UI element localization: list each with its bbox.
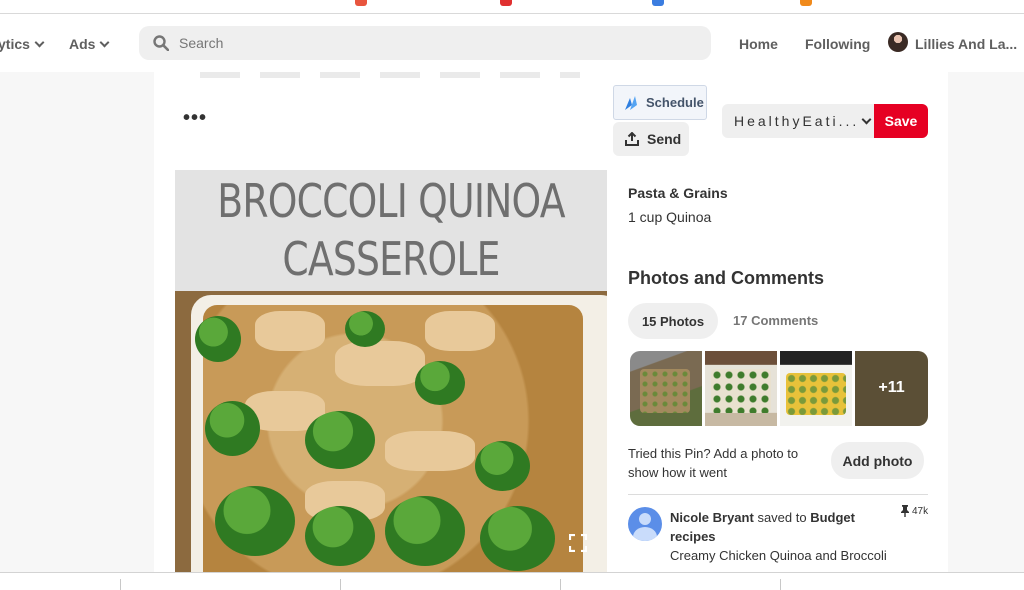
chicken-piece <box>425 311 495 351</box>
separator <box>340 579 341 590</box>
schedule-app-icon <box>625 95 637 110</box>
tried-pin-prompt: Tried this Pin? Add a photo to show how … <box>628 446 799 480</box>
divider <box>628 494 928 495</box>
broccoli-floret <box>215 486 295 556</box>
save-count-value: 47k <box>912 505 929 517</box>
broccoli-floret <box>305 411 375 469</box>
broccoli-floret <box>480 506 555 571</box>
avatar-head <box>639 513 651 525</box>
search-input[interactable] <box>179 26 679 60</box>
chicken-piece <box>255 311 325 351</box>
nav-home-link[interactable]: Home <box>739 36 778 52</box>
image-title-line2: CASSEROLE <box>282 232 500 286</box>
schedule-label: Schedule <box>646 95 704 110</box>
save-button[interactable]: Save <box>874 104 928 138</box>
share-upload-icon <box>625 132 639 146</box>
tab-comments[interactable]: 17 Comments <box>733 313 818 328</box>
send-button[interactable]: Send <box>613 122 689 156</box>
broccoli-floret <box>305 506 375 566</box>
send-label: Send <box>647 131 682 147</box>
more-photos-thumbnail[interactable]: +11 <box>855 351 928 426</box>
broccoli-floret <box>195 316 241 362</box>
page-background-right <box>948 72 1024 572</box>
scrolled-content-remnant <box>200 72 580 78</box>
broccoli-floret <box>475 441 530 491</box>
chevron-down-icon <box>100 37 110 48</box>
pin-icon <box>901 505 909 517</box>
bottom-taskbar-strip <box>0 572 1024 590</box>
ingredient-item: 1 cup Quinoa <box>628 209 712 225</box>
chevron-down-icon <box>34 37 45 48</box>
schedule-button[interactable]: Schedule <box>613 85 707 120</box>
chicken-piece <box>335 341 425 386</box>
tab-photos[interactable]: 15 Photos <box>628 303 718 339</box>
nav-following-link[interactable]: Following <box>805 36 870 52</box>
avatar-body <box>633 527 657 541</box>
top-navigation: ytics Ads Home Following Lillies And La.… <box>0 14 1024 72</box>
nav-ads-dropdown[interactable]: Ads <box>69 36 110 52</box>
image-title-area: BROCCOLI QUINOA CASSEROLE <box>175 170 607 291</box>
nav-analytics-dropdown[interactable]: ytics <box>0 36 45 52</box>
broccoli-floret <box>205 401 260 456</box>
activity-user-name[interactable]: Nicole Bryant <box>670 510 754 525</box>
chicken-piece <box>385 431 475 471</box>
broccoli-floret <box>345 311 385 347</box>
search-icon <box>153 35 169 51</box>
tab-favicon-icon[interactable] <box>652 0 664 6</box>
user-photo-thumbnail[interactable] <box>630 351 702 426</box>
page-background-left <box>0 72 154 572</box>
user-avatar[interactable] <box>628 507 662 541</box>
separator <box>780 579 781 590</box>
board-select-dropdown[interactable]: HealthyEati... <box>722 104 874 138</box>
nav-ads-label: Ads <box>69 36 96 52</box>
broccoli-floret <box>415 361 465 405</box>
more-photos-count: +11 <box>878 379 905 396</box>
photos-comments-heading: Photos and Comments <box>628 268 825 288</box>
browser-tab-strip <box>0 0 1024 14</box>
pin-image[interactable]: BROCCOLI QUINOA CASSEROLE <box>175 170 607 572</box>
tab-favicon-icon[interactable] <box>500 0 512 6</box>
board-select-value: HealthyEati... <box>734 113 860 129</box>
profile-name-link[interactable]: Lillies And La... <box>915 36 1017 52</box>
add-photo-button[interactable]: Add photo <box>831 442 924 479</box>
more-options-icon[interactable]: ••• <box>183 108 207 128</box>
image-title-line1: BROCCOLI QUINOA <box>217 174 565 228</box>
separator <box>120 579 121 590</box>
activity-description: Creamy Chicken Quinoa and Broccoli <box>670 548 887 563</box>
tab-favicon-icon[interactable] <box>355 0 367 6</box>
user-photo-thumbnail[interactable] <box>705 351 777 426</box>
user-photo-thumbnail[interactable] <box>780 351 852 426</box>
chevron-down-icon <box>861 114 872 124</box>
profile-avatar[interactable] <box>888 32 908 52</box>
cut-off-text <box>628 160 728 168</box>
activity-saved-to: saved to <box>757 510 807 525</box>
casserole-photo <box>175 291 607 572</box>
separator <box>560 579 561 590</box>
expand-icon[interactable] <box>569 534 587 552</box>
nav-analytics-label: ytics <box>0 36 30 52</box>
search-bar[interactable] <box>139 26 711 60</box>
activity-text: Nicole Bryant saved to Budget recipes <box>670 508 890 546</box>
ingredient-section-heading: Pasta & Grains <box>628 185 728 201</box>
image-title: BROCCOLI QUINOA CASSEROLE <box>214 170 568 288</box>
save-count: 47k <box>900 505 928 517</box>
broccoli-floret <box>385 496 465 566</box>
tab-favicon-icon[interactable] <box>800 0 812 6</box>
